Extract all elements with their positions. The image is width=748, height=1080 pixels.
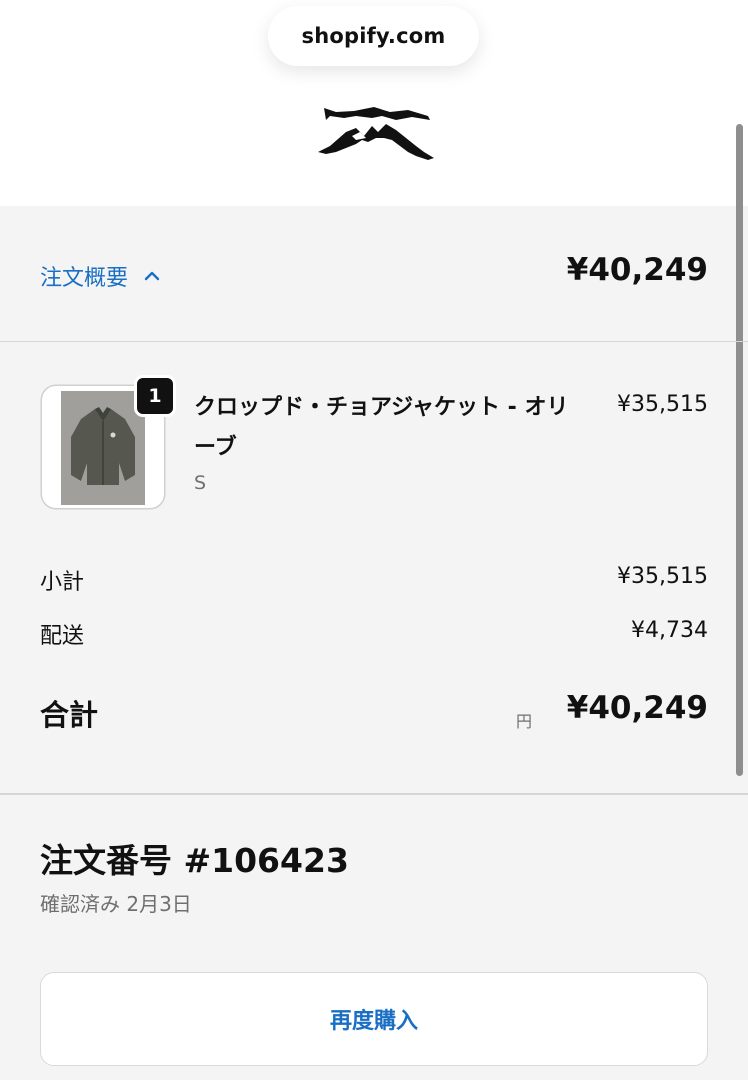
total-label: 合計 (40, 698, 99, 732)
summary-total: ¥40,249 (566, 252, 708, 288)
order-status-page: shopify.com 注文概要 ¥40,249 1 クロップド・チョアジャケッ… (0, 0, 748, 1080)
product-price: ¥35,515 (617, 392, 708, 417)
product-variant: S (194, 472, 207, 494)
currency-code: 円 (515, 712, 532, 731)
brand-logo (318, 107, 434, 160)
chevron-up-icon (144, 271, 160, 281)
subtotal-value: ¥35,515 (617, 564, 708, 589)
order-summary-label: 注文概要 (40, 266, 129, 291)
reorder-button[interactable]: 再度購入 (40, 972, 708, 1066)
store-header: shopify.com (0, 0, 748, 206)
quantity-badge: 1 (134, 375, 176, 417)
order-summary-row: 注文概要 ¥40,249 (0, 206, 748, 342)
product-name: クロップド・チョアジャケット - オリーブ (194, 395, 569, 460)
order-number: 注文番号 #106423 (40, 841, 349, 880)
section-divider (0, 793, 748, 795)
order-status: 確認済み 2月3日 (40, 892, 192, 916)
shipping-value: ¥4,734 (631, 618, 708, 643)
order-summary-toggle[interactable]: 注文概要 (40, 258, 162, 294)
shipping-label: 配送 (40, 624, 85, 649)
total-value: ¥40,249 (566, 690, 708, 726)
browser-url-pill[interactable]: shopify.com (268, 6, 479, 66)
product-photo (61, 391, 145, 505)
jacket-image (61, 391, 145, 505)
subtotal-label: 小計 (40, 570, 85, 595)
